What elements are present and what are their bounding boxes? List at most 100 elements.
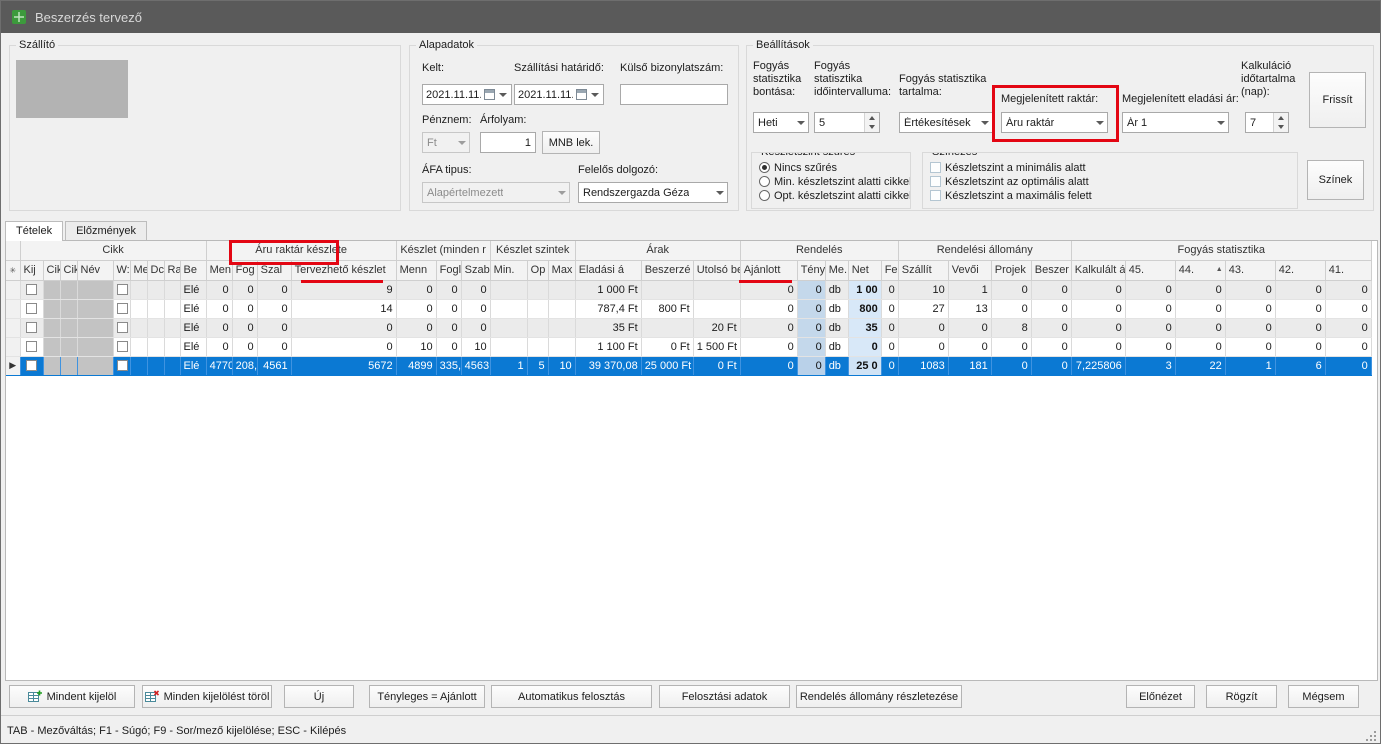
- rendeles-allomany-reszletezese-button[interactable]: Rendelés állomány részletezése: [796, 685, 962, 708]
- checkbox-w-row2[interactable]: [117, 303, 128, 314]
- column-header-menn[interactable]: Menn: [396, 260, 436, 280]
- cell-utolso-row5[interactable]: 0 Ft: [693, 356, 740, 375]
- cell-h41-row4[interactable]: 0: [1325, 337, 1371, 356]
- cell-besz-row5[interactable]: 25 000 Ft: [641, 356, 693, 375]
- bontas-combo[interactable]: Heti: [753, 112, 809, 133]
- cell-h43-row2[interactable]: 0: [1225, 299, 1275, 318]
- cell-fel-row2[interactable]: 0: [881, 299, 898, 318]
- cell-ajanlott-row5[interactable]: 0: [740, 356, 797, 375]
- cell-ind-row3[interactable]: [6, 318, 20, 337]
- cell-be-row1[interactable]: Elé: [180, 280, 206, 299]
- column-header-dc[interactable]: Dc: [147, 260, 164, 280]
- cell-kalk-row5[interactable]: 7,225806: [1071, 356, 1125, 375]
- cell-net-row5[interactable]: 25 0: [848, 356, 881, 375]
- cell-cik1-row1[interactable]: [43, 280, 60, 299]
- cell-me2-row2[interactable]: db: [825, 299, 848, 318]
- cell-szab-row4[interactable]: 10: [461, 337, 490, 356]
- column-header-cik1[interactable]: Cik: [43, 260, 60, 280]
- cell-me1-row1[interactable]: [130, 280, 147, 299]
- chevron-down-icon[interactable]: [1213, 113, 1228, 132]
- cell-h43-row1[interactable]: 0: [1225, 280, 1275, 299]
- column-header-projekt[interactable]: Projek: [991, 260, 1031, 280]
- cell-min-row3[interactable]: [490, 318, 527, 337]
- column-header-utolso[interactable]: Utolsó be: [693, 260, 740, 280]
- cell-cik1-row3[interactable]: [43, 318, 60, 337]
- column-header-nev[interactable]: Név: [77, 260, 113, 280]
- cell-dc-row1[interactable]: [147, 280, 164, 299]
- cell-me1-row3[interactable]: [130, 318, 147, 337]
- cell-teny-row4[interactable]: 0: [797, 337, 825, 356]
- cell-vevoi-row4[interactable]: 0: [948, 337, 991, 356]
- cell-h42-row3[interactable]: 0: [1275, 318, 1325, 337]
- cell-h44-row4[interactable]: 0: [1175, 337, 1225, 356]
- cell-cik2-row2[interactable]: [60, 299, 77, 318]
- cell-beszer-row5[interactable]: 0: [1031, 356, 1071, 375]
- cell-elad-row2[interactable]: 787,4 Ft: [575, 299, 641, 318]
- cell-max-row1[interactable]: [548, 280, 575, 299]
- column-header-szal[interactable]: Szal: [257, 260, 291, 280]
- cell-op-row4[interactable]: [527, 337, 548, 356]
- cell-be-row2[interactable]: Elé: [180, 299, 206, 318]
- cell-net-row2[interactable]: 800: [848, 299, 881, 318]
- chevron-down-icon[interactable]: [977, 113, 992, 132]
- column-header-vevoi[interactable]: Vevői: [948, 260, 991, 280]
- cell-me2-row5[interactable]: db: [825, 356, 848, 375]
- checkbox-kij-row2[interactable]: [26, 303, 37, 314]
- checkbox-w-row1[interactable]: [117, 284, 128, 295]
- grid-row-2[interactable]: Elé00014000787,4 Ft800 Ft00db80002713000…: [6, 299, 1371, 318]
- cell-ajanlott-row2[interactable]: 0: [740, 299, 797, 318]
- cell-men-row4[interactable]: 0: [206, 337, 232, 356]
- cell-besz-row1[interactable]: [641, 280, 693, 299]
- grid-row-5[interactable]: ▶Elé4770208,456156724899335,4563151039 3…: [6, 356, 1371, 375]
- cell-ind-row5[interactable]: ▶: [6, 356, 20, 375]
- cell-ra-row2[interactable]: [164, 299, 180, 318]
- column-header-h42[interactable]: 42.: [1275, 260, 1325, 280]
- column-header-h41[interactable]: 41.: [1325, 260, 1371, 280]
- cell-h45-row2[interactable]: 0: [1125, 299, 1175, 318]
- cell-vevoi-row1[interactable]: 1: [948, 280, 991, 299]
- cell-h45-row1[interactable]: 0: [1125, 280, 1175, 299]
- cell-h43-row3[interactable]: 0: [1225, 318, 1275, 337]
- grid-row-4[interactable]: Elé0000100101 100 Ft0 Ft1 500 Ft00db0000…: [6, 337, 1371, 356]
- cell-dc-row3[interactable]: [147, 318, 164, 337]
- cell-h43-row4[interactable]: 0: [1225, 337, 1275, 356]
- cell-be-row5[interactable]: Elé: [180, 356, 206, 375]
- cell-me2-row4[interactable]: db: [825, 337, 848, 356]
- cell-h44-row1[interactable]: 0: [1175, 280, 1225, 299]
- cell-utolso-row4[interactable]: 1 500 Ft: [693, 337, 740, 356]
- cell-fog-row1[interactable]: 0: [232, 280, 257, 299]
- cell-ajanlott-row4[interactable]: 0: [740, 337, 797, 356]
- felelos-combo[interactable]: Rendszergazda Géza: [578, 182, 728, 203]
- uj-button[interactable]: Új: [284, 685, 354, 708]
- kulso-bizonylat-input[interactable]: [620, 84, 728, 105]
- cell-ra-row1[interactable]: [164, 280, 180, 299]
- cell-szab-row5[interactable]: 4563: [461, 356, 490, 375]
- cell-h41-row1[interactable]: 0: [1325, 280, 1371, 299]
- cell-me1-row2[interactable]: [130, 299, 147, 318]
- cell-op-row1[interactable]: [527, 280, 548, 299]
- szinek-button[interactable]: Színek: [1307, 160, 1364, 200]
- cell-teny-row1[interactable]: 0: [797, 280, 825, 299]
- grid-row-1[interactable]: Elé00090001 000 Ft00db1 00010100000000: [6, 280, 1371, 299]
- cell-fel-row5[interactable]: 0: [881, 356, 898, 375]
- column-header-h43[interactable]: 43.: [1225, 260, 1275, 280]
- cell-fel-row4[interactable]: 0: [881, 337, 898, 356]
- chevron-down-icon[interactable]: [793, 113, 808, 132]
- cell-min-row2[interactable]: [490, 299, 527, 318]
- cell-kalk-row2[interactable]: 0: [1071, 299, 1125, 318]
- cell-min-row4[interactable]: [490, 337, 527, 356]
- cell-men-row2[interactable]: 0: [206, 299, 232, 318]
- cell-ra-row4[interactable]: [164, 337, 180, 356]
- cell-me2-row1[interactable]: db: [825, 280, 848, 299]
- column-header-szallito[interactable]: Szállít: [898, 260, 948, 280]
- cell-utolso-row2[interactable]: [693, 299, 740, 318]
- spinner-up-icon[interactable]: [865, 113, 879, 123]
- column-header-ajanlott[interactable]: Ajánlott: [740, 260, 797, 280]
- cell-utolso-row3[interactable]: 20 Ft: [693, 318, 740, 337]
- automatikus-felosztas-button[interactable]: Automatikus felosztás: [491, 685, 652, 708]
- rogzit-button[interactable]: Rögzít: [1206, 685, 1277, 708]
- cell-net-row4[interactable]: 0: [848, 337, 881, 356]
- cell-fogl-row4[interactable]: 0: [436, 337, 461, 356]
- column-header-kij[interactable]: Kij: [20, 260, 43, 280]
- cell-op-row5[interactable]: 5: [527, 356, 548, 375]
